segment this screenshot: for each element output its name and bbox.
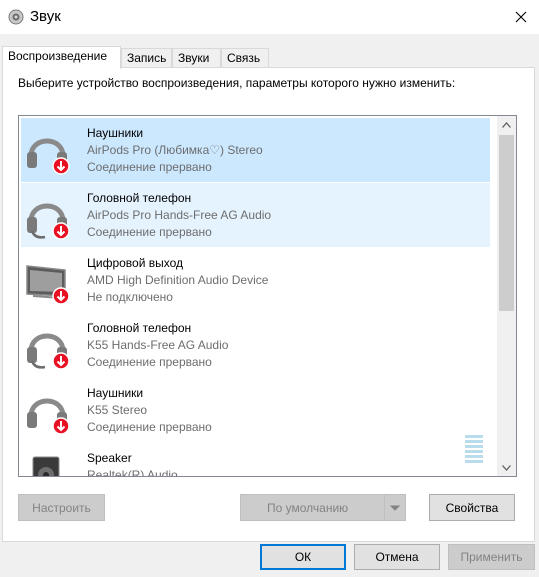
- list-item[interactable]: Speaker Realtek(R) Audio: [21, 435, 490, 477]
- device-status: Соединение прервано: [87, 420, 212, 434]
- apply-label: Применить: [460, 550, 523, 564]
- device-list[interactable]: Наушники AirPods Pro (Любимка♡) Stereo С…: [18, 115, 517, 477]
- dialog-client: Воспроизведение Запись Звуки Связь Выбер…: [0, 34, 539, 577]
- device-status: Не подключено: [87, 290, 173, 304]
- headphones-icon: [23, 126, 77, 176]
- set-default-button[interactable]: По умолчанию: [240, 494, 406, 521]
- tab-label: Запись: [127, 51, 167, 65]
- list-item[interactable]: Наушники K55 Stereo Соединение прервано: [21, 378, 490, 442]
- device-description: K55 Stereo: [87, 403, 148, 417]
- list-item[interactable]: Головной телефон AirPods Pro Hands-Free …: [21, 183, 490, 247]
- title-bar: Звук: [0, 0, 539, 34]
- device-status: Соединение прервано: [87, 225, 212, 239]
- playback-tab-page: Выберите устройство воспроизведения, пар…: [2, 67, 535, 542]
- headset-icon: [23, 321, 77, 371]
- properties-label: Свойства: [445, 500, 499, 515]
- device-name: Головной телефон: [87, 321, 192, 335]
- tab-label: Связь: [227, 51, 261, 65]
- device-name: Speaker: [87, 451, 132, 465]
- chevron-down-icon: [390, 504, 400, 511]
- ok-label: ОК: [294, 550, 312, 564]
- device-description: AirPods Pro (Любимка♡) Stereo: [87, 143, 263, 157]
- close-button[interactable]: [505, 2, 537, 32]
- tab-label: Звуки: [178, 51, 210, 65]
- device-name: Наушники: [87, 126, 144, 140]
- tab-playback[interactable]: Воспроизведение: [2, 46, 121, 69]
- tab-sounds[interactable]: Звуки: [172, 48, 221, 68]
- configure-label: Настроить: [32, 500, 91, 515]
- window-title: Звук: [30, 8, 61, 25]
- apply-button[interactable]: Применить: [448, 544, 535, 570]
- scroll-thumb[interactable]: [499, 135, 514, 311]
- device-description: AMD High Definition Audio Device: [87, 273, 269, 287]
- headphones-icon: [23, 386, 77, 436]
- list-item[interactable]: Головной телефон K55 Hands-Free AG Audio…: [21, 313, 490, 377]
- device-status: Соединение прервано: [87, 160, 212, 174]
- instruction-text: Выберите устройство воспроизведения, пар…: [18, 76, 456, 90]
- list-scrollbar[interactable]: [497, 116, 516, 476]
- cancel-button[interactable]: Отмена: [354, 544, 440, 570]
- device-description: Realtek(R) Audio: [87, 468, 178, 477]
- set-default-dropdown[interactable]: [384, 495, 405, 520]
- list-item[interactable]: Цифровой выход AMD High Definition Audio…: [21, 248, 490, 312]
- ok-button[interactable]: ОК: [260, 544, 346, 570]
- configure-button[interactable]: Настроить: [18, 494, 105, 521]
- set-default-label: По умолчанию: [267, 500, 349, 515]
- device-status: Соединение прервано: [87, 355, 212, 369]
- close-icon: [515, 11, 527, 23]
- speaker-app-icon: [8, 9, 24, 25]
- device-name: Головной телефон: [87, 191, 192, 205]
- tab-label: Воспроизведение: [8, 49, 108, 63]
- device-description: K55 Hands-Free AG Audio: [87, 338, 229, 352]
- cancel-label: Отмена: [375, 550, 419, 564]
- tab-communications[interactable]: Связь: [221, 48, 269, 68]
- list-item[interactable]: Наушники AirPods Pro (Любимка♡) Stereo С…: [21, 118, 490, 182]
- properties-button[interactable]: Свойства: [429, 494, 515, 521]
- headset-icon: [23, 191, 77, 241]
- device-name: Наушники: [87, 386, 144, 400]
- speaker-icon: [23, 451, 77, 476]
- tab-recording[interactable]: Запись: [121, 48, 172, 68]
- device-name: Цифровой выход: [87, 256, 184, 270]
- scroll-down-button[interactable]: [497, 459, 516, 476]
- volume-meter-icon: [465, 435, 483, 465]
- scroll-up-button[interactable]: [497, 116, 516, 133]
- monitor-icon: [23, 256, 77, 306]
- chevron-up-icon: [502, 121, 511, 128]
- chevron-down-icon: [502, 464, 511, 471]
- device-description: AirPods Pro Hands-Free AG Audio: [87, 208, 272, 222]
